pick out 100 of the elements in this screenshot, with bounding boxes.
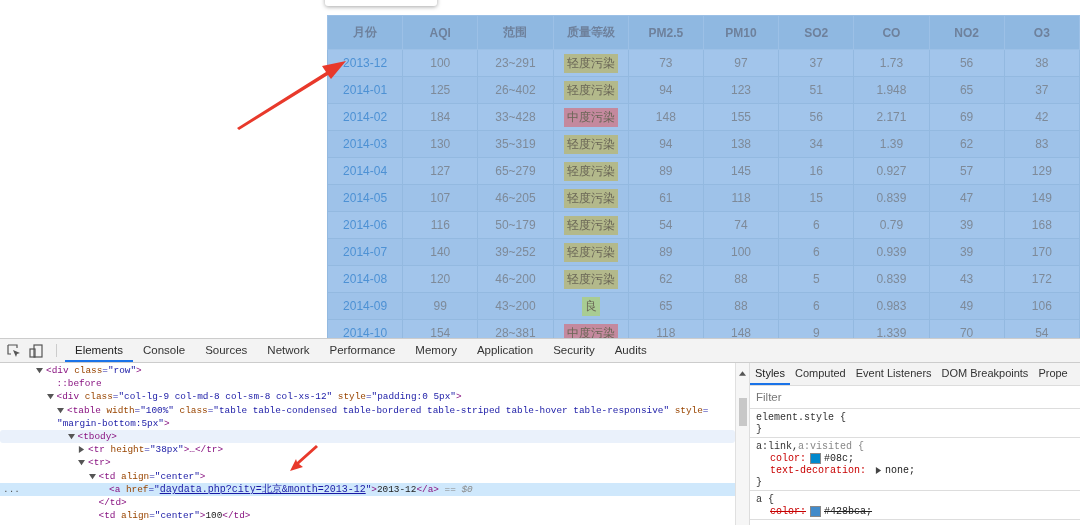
- column-header: 质量等级: [553, 15, 629, 50]
- css-property[interactable]: text-decoration:: [770, 464, 866, 476]
- table-cell: 43: [929, 265, 1005, 293]
- table-cell: 37: [778, 49, 854, 77]
- scroll-up-icon[interactable]: [739, 371, 746, 376]
- table-cell: 0.839: [853, 265, 929, 293]
- dom-node[interactable]: <div class="col-lg-9 col-md-8 col-sm-8 col-xs-12" style="padding:0 5px">: [56, 391, 462, 403]
- panel-tab[interactable]: Security: [543, 339, 605, 362]
- table-cell: 50~179: [477, 211, 554, 239]
- dom-node[interactable]: <table width="100%" class="table table-condensed table-bordered table-striped table-hover table-responsive" style=: [67, 404, 709, 416]
- column-header: AQI: [402, 15, 478, 50]
- table-cell: 99: [402, 292, 478, 320]
- dom-node[interactable]: "margin-bottom:5px">: [57, 417, 170, 429]
- quality-tag: 轻度污染: [563, 161, 618, 181]
- sidebar-tab[interactable]: Computed: [789, 363, 851, 385]
- table-cell: 39~252: [477, 238, 554, 266]
- scrollbar-thumb[interactable]: [738, 398, 747, 426]
- css-property[interactable]: color:: [770, 505, 806, 517]
- inspect-icon[interactable]: [6, 342, 22, 359]
- sidebar-tab[interactable]: Event Listeners: [850, 363, 937, 385]
- table-cell: 1.948: [853, 76, 929, 104]
- table-cell: 69: [929, 103, 1005, 131]
- table-cell: 65: [929, 76, 1005, 104]
- table-cell: 125: [402, 76, 478, 104]
- dom-node[interactable]: </td>: [98, 496, 127, 508]
- table-cell: 16: [778, 157, 854, 185]
- css-value[interactable]: none;: [885, 464, 916, 476]
- table-cell: 74: [703, 211, 779, 239]
- table-cell: 94: [628, 130, 704, 158]
- color-swatch[interactable]: [810, 452, 821, 464]
- table-cell: 2.171: [853, 103, 929, 131]
- table-cell: 39: [929, 211, 1005, 239]
- column-header: O3: [1004, 15, 1080, 50]
- scrollbar[interactable]: [735, 363, 749, 525]
- table-cell: 0.839: [853, 184, 929, 212]
- quality-tag: 轻度污染: [563, 215, 618, 235]
- panel-tab[interactable]: Network: [257, 339, 320, 362]
- css-selector: a:visited {: [798, 440, 865, 452]
- table-cell: 46~205: [477, 184, 554, 212]
- expand-triangle-icon[interactable]: [875, 466, 883, 474]
- css-selector: a:link,: [756, 440, 798, 452]
- table-cell: 26~402: [477, 76, 554, 104]
- table-cell: 38: [1004, 49, 1080, 77]
- dom-node[interactable]: <td align="center">: [98, 470, 206, 482]
- dom-node[interactable]: <tr height="38px">…</tr>: [88, 444, 224, 456]
- table-cell: 42: [1004, 103, 1080, 131]
- css-value[interactable]: #428bca;: [824, 505, 873, 517]
- css-brace: }: [756, 476, 762, 488]
- table-cell: 120: [402, 265, 478, 293]
- dom-node[interactable]: <tbody>: [77, 431, 117, 443]
- table-cell: 123: [703, 76, 779, 104]
- css-value[interactable]: #08c;: [824, 452, 855, 464]
- table-cell: 56: [929, 49, 1005, 77]
- panel-tab[interactable]: Elements: [65, 339, 133, 362]
- table-cell: 57: [929, 157, 1005, 185]
- dom-node[interactable]: <tr>: [88, 457, 111, 469]
- table-cell: 127: [402, 157, 478, 185]
- table-cell: 116: [402, 211, 478, 239]
- table-cell: 62: [628, 265, 704, 293]
- panel-tab[interactable]: Application: [466, 339, 544, 362]
- table-cell: 6: [778, 238, 854, 266]
- table-cell: 107: [402, 184, 478, 212]
- table-cell: 148: [628, 103, 704, 131]
- column-header: PM2.5: [628, 15, 704, 50]
- device-icon[interactable]: [28, 342, 44, 359]
- color-swatch[interactable]: [810, 505, 821, 517]
- panel-tab[interactable]: Memory: [405, 339, 467, 362]
- table-cell: 0.983: [853, 292, 929, 320]
- sidebar-tab[interactable]: DOM Breakpoints: [936, 363, 1034, 385]
- panel-tab[interactable]: Console: [132, 339, 196, 362]
- quality-tag: 轻度污染: [563, 188, 618, 208]
- dom-node[interactable]: <td align="center">100</td>: [98, 510, 251, 522]
- sidebar-tab[interactable]: Prope: [1033, 363, 1073, 385]
- table-cell: 0.927: [853, 157, 929, 185]
- table-cell: 130: [402, 130, 478, 158]
- css-property[interactable]: color:: [770, 452, 806, 464]
- css-selector: a {: [756, 493, 774, 505]
- table-cell: 88: [703, 292, 779, 320]
- more-icon[interactable]: ...: [3, 483, 20, 495]
- expanded-triangle-icon[interactable]: [67, 433, 75, 441]
- table-cell: 106: [1004, 292, 1080, 320]
- link[interactable]: daydata.php?city=北京&month=2013-12: [159, 484, 366, 496]
- collapsed-triangle-icon[interactable]: [78, 446, 85, 454]
- panel-tab[interactable]: Audits: [604, 339, 657, 362]
- quality-tag: 轻度污染: [563, 80, 618, 100]
- quality-tag: 良: [581, 296, 600, 316]
- panel-tab[interactable]: Sources: [195, 339, 258, 362]
- table-cell: 46~200: [477, 265, 554, 293]
- table-cell: 15: [778, 184, 854, 212]
- table-cell: 62: [929, 130, 1005, 158]
- table-cell: 73: [628, 49, 704, 77]
- table-cell: 49: [929, 292, 1005, 320]
- dom-node[interactable]: <div class="row">: [46, 365, 142, 377]
- expanded-triangle-icon[interactable]: [36, 367, 43, 375]
- table-cell: 39: [929, 238, 1005, 266]
- dom-node[interactable]: <a href="daydata.php?city=北京&month=2013-12">2013-12</a> == $0: [109, 482, 473, 497]
- table-cell: 0.79: [853, 211, 929, 239]
- panel-tab[interactable]: Performance: [319, 339, 406, 362]
- table-cell: 65~279: [477, 157, 554, 185]
- dom-node[interactable]: ::before: [56, 378, 102, 390]
